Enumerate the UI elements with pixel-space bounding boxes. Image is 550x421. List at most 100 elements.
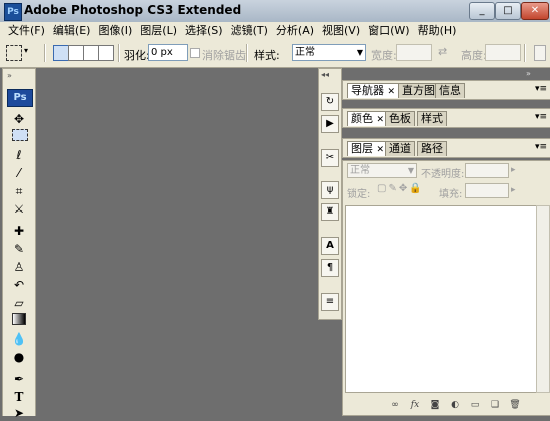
feather-label: 羽化: (124, 49, 150, 62)
panel-menu-icon[interactable]: ▾≡ (535, 112, 547, 122)
blend-mode-select[interactable]: 正常 ▼ (347, 163, 417, 178)
style-select[interactable]: 正常 ▼ (292, 44, 366, 61)
panel-menu-icon[interactable]: ▾≡ (535, 142, 547, 152)
paragraph-panel-icon[interactable]: ¶ (321, 259, 339, 277)
pen-icon[interactable]: ✒ (9, 371, 29, 387)
width-label: 宽度: (371, 49, 397, 62)
width-input[interactable] (396, 44, 432, 61)
swap-icon[interactable]: ⇄ (438, 45, 447, 58)
close-button[interactable]: ✕ (521, 2, 549, 20)
marquee-preset-icon[interactable] (6, 45, 22, 61)
antialias-checkbox[interactable] (190, 48, 200, 58)
opacity-label: 不透明度: (421, 169, 465, 180)
healing-brush-icon[interactable]: ✚ (9, 223, 29, 239)
layer-style-icon[interactable]: fx (409, 399, 421, 411)
panels-area: » 导航器 ✕ 直方图 信息 ▾≡ 颜色 ✕ 色板 样式 ▾≡ 图层 ✕ 通道 … (342, 68, 550, 416)
refine-edge-button[interactable] (534, 45, 546, 61)
expand-arrows-icon[interactable]: » (526, 69, 531, 78)
add-selection-icon[interactable] (68, 45, 84, 61)
blend-mode-value: 正常 (350, 165, 370, 176)
collapse-arrows-icon[interactable]: » (7, 71, 12, 80)
new-group-icon[interactable]: ▭ (469, 399, 481, 411)
menu-window[interactable]: 窗口(W) (364, 22, 413, 39)
collapse-arrows-icon[interactable]: ◂◂ (321, 70, 329, 79)
history-panel-icon[interactable]: ↻ (321, 93, 339, 111)
menu-layer[interactable]: 图层(L) (136, 22, 181, 39)
options-bar: ▾ 羽化: 0 px 消除锯齿 样式: 正常 ▼ 宽度: ⇄ 高度: (0, 39, 550, 68)
actions-panel-icon[interactable]: ▶ (321, 115, 339, 133)
chevron-down-icon[interactable]: ▾ (24, 46, 28, 55)
menu-analysis[interactable]: 分析(A) (272, 22, 318, 39)
lock-icons[interactable]: ▢✎✥🔒 (377, 183, 424, 194)
layer-mask-icon[interactable]: ◙ (429, 399, 441, 411)
tab-color[interactable]: 颜色 ✕ (347, 111, 389, 126)
tab-info[interactable]: 信息 (435, 83, 465, 98)
close-icon[interactable]: ✕ (377, 145, 385, 155)
photoshop-app-icon[interactable]: Ps (4, 3, 22, 21)
chevron-right-icon[interactable]: ▸ (511, 185, 516, 195)
tools-panel: » Ps ✥ ℓ ⁄ ⌗ ⚔ ✚ ✎ ♙ ↶ ▱ 💧 ● ✒ T ➤ (2, 68, 36, 420)
history-brush-icon[interactable]: ↶ (9, 277, 29, 293)
intersect-selection-icon[interactable] (98, 45, 114, 61)
fill-input[interactable] (465, 183, 509, 198)
menu-help[interactable]: 帮助(H) (414, 22, 461, 39)
dodge-icon[interactable]: ● (9, 349, 29, 365)
tab-styles[interactable]: 样式 (417, 111, 447, 126)
ps-logo[interactable]: Ps (7, 89, 33, 107)
height-label: 高度: (461, 49, 487, 62)
menu-file[interactable]: 文件(F) (4, 22, 49, 39)
clone-stamp-icon[interactable]: ♙ (9, 259, 29, 275)
clone-source-icon[interactable]: ♜ (321, 203, 339, 221)
rectangular-marquee-icon[interactable] (12, 129, 28, 141)
style-select-value: 正常 (295, 47, 315, 58)
collapsed-panel-dock: ◂◂ ↻ ▶ ✂ ψ ♜ A ¶ ≡ (318, 68, 342, 320)
delete-layer-icon[interactable]: 🗑 (509, 399, 521, 411)
feather-input[interactable]: 0 px (148, 44, 188, 61)
menu-select[interactable]: 选择(S) (181, 22, 227, 39)
eraser-icon[interactable]: ▱ (9, 295, 29, 311)
menu-view[interactable]: 视图(V) (318, 22, 364, 39)
tab-paths[interactable]: 路径 (417, 141, 447, 156)
menu-filter[interactable]: 滤镜(T) (227, 22, 272, 39)
minimize-button[interactable]: _ (469, 2, 495, 20)
opacity-input[interactable] (465, 163, 509, 178)
new-layer-icon[interactable]: ❑ (489, 399, 501, 411)
layers-panel-group: 图层 ✕ 通道 路径 ▾≡ (342, 138, 550, 158)
close-icon[interactable]: ✕ (388, 87, 396, 97)
tab-layers[interactable]: 图层 ✕ (347, 141, 389, 156)
layers-list[interactable] (345, 205, 537, 393)
tab-navigator[interactable]: 导航器 ✕ (347, 83, 400, 98)
tab-swatches[interactable]: 色板 (385, 111, 415, 126)
tool-presets-icon[interactable]: ✂ (321, 149, 339, 167)
menu-image[interactable]: 图像(I) (94, 22, 136, 39)
move-tool-icon[interactable]: ✥ (9, 111, 29, 127)
adjustment-layer-icon[interactable]: ◐ (449, 399, 461, 411)
tab-histogram[interactable]: 直方图 (398, 83, 439, 98)
magic-wand-icon[interactable]: ⁄ (9, 165, 29, 181)
maximize-button[interactable]: □ (495, 2, 521, 20)
gradient-icon[interactable] (9, 313, 29, 329)
chevron-down-icon: ▼ (356, 48, 363, 57)
brushes-panel-icon[interactable]: ψ (321, 181, 339, 199)
blur-icon[interactable]: 💧 (9, 331, 29, 347)
layers-scrollbar[interactable] (536, 205, 550, 393)
close-icon[interactable]: ✕ (377, 115, 385, 125)
link-layers-icon[interactable]: ∞ (389, 399, 401, 411)
character-panel-icon[interactable]: A (321, 237, 339, 255)
menu-edit[interactable]: 编辑(E) (49, 22, 95, 39)
path-selection-icon[interactable]: ➤ (9, 405, 29, 421)
brush-icon[interactable]: ✎ (9, 241, 29, 257)
tab-channels[interactable]: 通道 (385, 141, 415, 156)
crop-icon[interactable]: ⌗ (9, 183, 29, 199)
window-title: Adobe Photoshop CS3 Extended (24, 3, 242, 17)
subtract-selection-icon[interactable] (83, 45, 99, 61)
panel-menu-icon[interactable]: ▾≡ (535, 84, 547, 94)
type-tool-icon[interactable]: T (9, 389, 29, 405)
chevron-right-icon[interactable]: ▸ (511, 165, 516, 175)
slice-icon[interactable]: ⚔ (9, 201, 29, 217)
new-selection-icon[interactable] (53, 45, 69, 61)
lasso-icon[interactable]: ℓ (9, 147, 29, 163)
fill-label: 填充: (439, 189, 463, 200)
layer-comps-icon[interactable]: ≡ (321, 293, 339, 311)
height-input[interactable] (485, 44, 521, 61)
